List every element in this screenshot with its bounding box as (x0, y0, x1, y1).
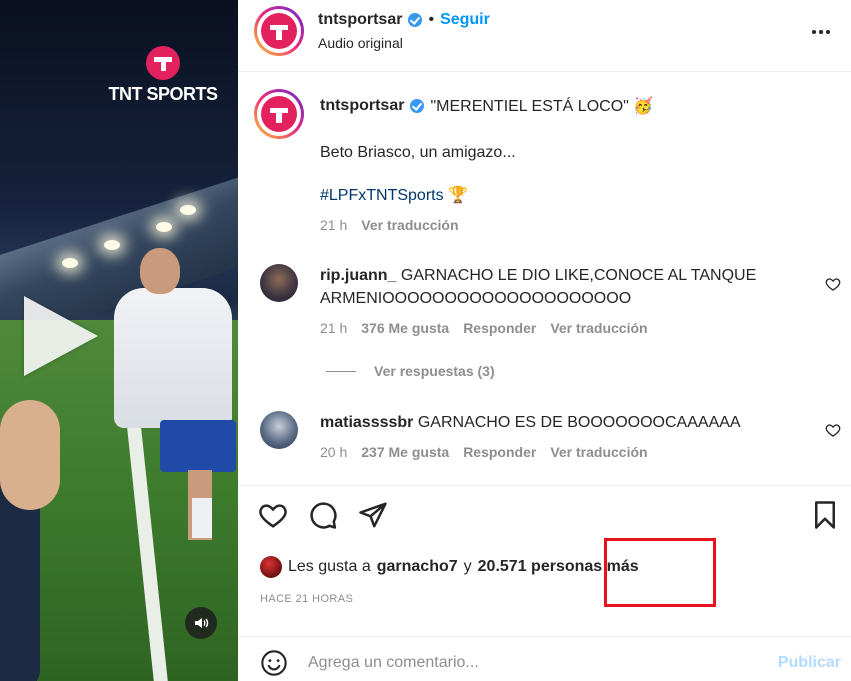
likes-joiner: y (463, 558, 472, 575)
comment-meta: 20 h 237 Me gusta Responder Ver traducci… (320, 444, 648, 460)
emoji-smile-icon[interactable] (260, 649, 288, 677)
add-comment-bar: Publicar (238, 636, 851, 681)
player-figure (108, 248, 238, 548)
stadium-light (156, 222, 172, 232)
verified-badge-icon (408, 13, 423, 27)
action-bar (258, 500, 838, 532)
play-icon[interactable] (24, 296, 98, 376)
view-replies[interactable]: Ver respuestas (3) (326, 363, 495, 379)
caption-line: Beto Briasco, un amigazo... (320, 144, 516, 161)
header-username[interactable]: tntsportsar (318, 11, 402, 29)
more-options-icon[interactable] (809, 20, 833, 44)
caption-username[interactable]: tntsportsar (320, 97, 404, 115)
post-header: tntsportsar • Seguir Audio original (238, 0, 851, 72)
liker-avatar[interactable] (260, 556, 282, 578)
comment-time: 21 h (320, 320, 348, 336)
likes-summary: Les gusta a garnacho7 y 20.571 personas … (260, 556, 639, 578)
tnt-logo-icon (146, 46, 180, 80)
sound-button[interactable] (185, 607, 217, 639)
likes-prefix: Les gusta a (288, 558, 371, 575)
dot-separator: • (428, 11, 435, 28)
comment-likes-count[interactable]: 376 Me gusta (361, 320, 449, 336)
tnt-logo-icon (261, 13, 297, 49)
audio-original-link[interactable]: Audio original (318, 35, 403, 51)
tnt-logo-icon (261, 96, 297, 132)
see-translation-link[interactable]: Ver traducción (550, 444, 647, 460)
post-panel: tntsportsar • Seguir Audio original tnts… (238, 0, 851, 681)
reply-button[interactable]: Responder (463, 320, 536, 336)
comment-text: matiassssbr GARNACHO ES DE BOOOOOOOCAAAA… (320, 411, 780, 434)
profile-avatar[interactable] (254, 6, 304, 56)
replies-dash (326, 370, 356, 372)
reply-button[interactable]: Responder (463, 444, 536, 460)
share-send-icon[interactable] (358, 500, 388, 530)
caption-avatar[interactable] (254, 89, 304, 139)
stadium-light (180, 205, 196, 215)
verified-badge-icon (410, 99, 425, 113)
like-comment-heart-icon[interactable] (825, 422, 841, 438)
foreground-hand (0, 400, 60, 510)
liker-username[interactable]: garnacho7 (377, 558, 458, 576)
comment-input[interactable] (308, 649, 748, 677)
caption-quote: "MERENTIEL ESTÁ LOCO" 🥳 (430, 98, 654, 115)
speaker-icon (195, 618, 209, 628)
save-bookmark-icon[interactable] (810, 500, 840, 530)
likes-count[interactable]: 20.571 personas más (478, 558, 639, 576)
caption-row: tntsportsar "MERENTIEL ESTÁ LOCO" 🥳 (320, 96, 653, 116)
post-comment-button[interactable]: Publicar (778, 654, 841, 672)
follow-button[interactable]: Seguir (440, 11, 490, 29)
tnt-sports-logo: TNT SPORTS (106, 46, 220, 105)
comment-username[interactable]: rip.juann_ (320, 267, 396, 284)
stadium-light (62, 258, 78, 268)
view-replies-label: Ver respuestas (3) (374, 363, 495, 379)
caption-time: 21 h (320, 217, 348, 233)
like-heart-icon[interactable] (258, 500, 288, 530)
comment-likes-count[interactable]: 237 Me gusta (361, 444, 449, 460)
comment-meta: 21 h 376 Me gusta Responder Ver traducci… (320, 320, 648, 336)
see-translation-link[interactable]: Ver traducción (550, 320, 647, 336)
video-player[interactable]: TNT SPORTS (0, 0, 238, 681)
post-timestamp: HACE 21 HORAS (260, 593, 354, 605)
divider (238, 485, 851, 486)
header-user-row: tntsportsar • Seguir (318, 11, 490, 29)
comment-time: 20 h (320, 444, 348, 460)
comment-avatar[interactable] (260, 264, 298, 302)
comment-avatar[interactable] (260, 411, 298, 449)
caption-meta: 21 h Ver traducción (320, 217, 459, 233)
comment-username[interactable]: matiassssbr (320, 414, 413, 431)
like-comment-heart-icon[interactable] (825, 276, 841, 292)
comment-body: GARNACHO ES DE BOOOOOOOCAAAAAA (417, 414, 741, 431)
comment-text: rip.juann_ GARNACHO LE DIO LIKE,CONOCE A… (320, 264, 780, 310)
see-translation-link[interactable]: Ver traducción (361, 217, 458, 233)
caption-hashtag[interactable]: #LPFxTNTSports 🏆 (320, 185, 468, 205)
tnt-logo-text: TNT SPORTS (108, 84, 218, 104)
comment-bubble-icon[interactable] (308, 500, 338, 530)
